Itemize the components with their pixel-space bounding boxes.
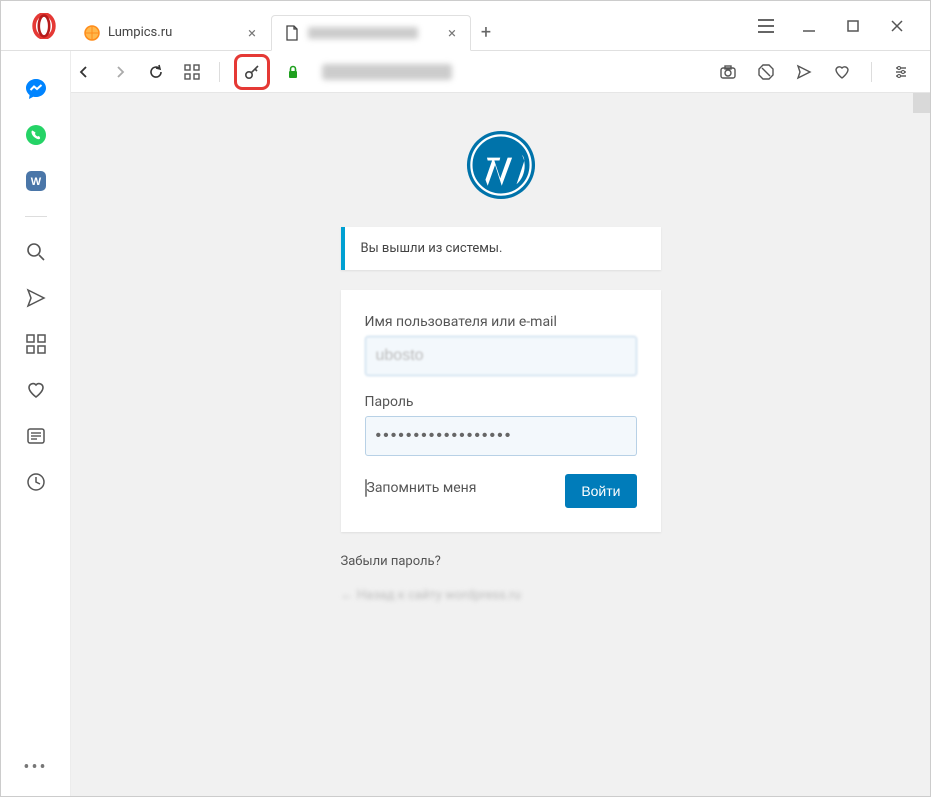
username-input[interactable] — [365, 336, 637, 376]
easy-setup-button[interactable] — [752, 12, 780, 40]
opera-logo-icon — [31, 13, 57, 39]
more-button[interactable]: ••• — [23, 757, 47, 778]
vertical-scrollbar[interactable] — [913, 93, 930, 113]
padlock-icon[interactable] — [280, 59, 306, 85]
window-controls — [734, 1, 930, 51]
forward-button[interactable] — [107, 59, 133, 85]
back-button[interactable] — [71, 59, 97, 85]
password-input[interactable] — [365, 416, 637, 456]
logout-message: Вы вышли из системы. — [341, 227, 661, 270]
address-bar — [1, 51, 930, 93]
lumpics-favicon-icon — [84, 25, 100, 41]
messenger-icon[interactable] — [23, 76, 49, 102]
svg-text:W: W — [30, 176, 41, 188]
tab-lumpics[interactable]: Lumpics.ru × — [71, 14, 271, 50]
sidebar-settings-icon[interactable] — [888, 59, 914, 85]
speed-dial-button[interactable] — [179, 59, 205, 85]
wordpress-logo-icon — [464, 128, 538, 202]
login-form: Имя пользователя или e-mail Пароль Запом… — [341, 290, 661, 532]
logout-message-text: Вы вышли из системы. — [361, 241, 503, 256]
password-label: Пароль — [365, 394, 637, 410]
login-button[interactable]: Войти — [565, 474, 636, 508]
history-icon[interactable] — [23, 469, 49, 495]
tab-label-blurred — [308, 27, 418, 39]
search-icon[interactable] — [23, 239, 49, 265]
forgot-password-link[interactable]: Забыли пароль? — [341, 554, 661, 569]
tab-close-icon[interactable]: × — [244, 24, 260, 42]
side-rail: W ••• — [1, 51, 71, 796]
divider — [25, 216, 47, 217]
flow-icon[interactable] — [23, 285, 49, 311]
speed-dial-side-icon[interactable] — [23, 331, 49, 357]
remember-label: Запомнить меня — [367, 480, 477, 496]
adblock-icon[interactable] — [753, 59, 779, 85]
back-to-site-link[interactable]: ← Назад к сайту wordpress.ru — [341, 587, 661, 603]
vk-icon[interactable]: W — [23, 168, 49, 194]
password-key-icon[interactable] — [239, 59, 265, 85]
bookmarks-heart-icon[interactable] — [23, 377, 49, 403]
separator — [871, 62, 872, 82]
send-icon[interactable] — [791, 59, 817, 85]
separator — [219, 62, 220, 82]
tab-close-icon[interactable]: × — [444, 24, 460, 42]
reload-button[interactable] — [143, 59, 169, 85]
password-key-highlight — [234, 54, 270, 90]
minimize-button[interactable] — [794, 11, 824, 41]
tab-label: Lumpics.ru — [108, 25, 172, 40]
address-url-blurred[interactable] — [322, 64, 452, 80]
tab-active[interactable]: × — [271, 15, 471, 51]
maximize-button[interactable] — [838, 11, 868, 41]
snapshot-icon[interactable] — [715, 59, 741, 85]
news-icon[interactable] — [23, 423, 49, 449]
page-favicon-icon — [284, 25, 300, 41]
remember-me[interactable]: Запомнить меня — [365, 480, 477, 496]
page-content: Вы вышли из системы. Имя пользователя ил… — [71, 93, 930, 796]
username-label: Имя пользователя или e-mail — [365, 314, 637, 330]
new-tab-button[interactable]: + — [471, 14, 501, 50]
whatsapp-icon[interactable] — [23, 122, 49, 148]
close-button[interactable] — [882, 11, 912, 41]
heart-icon[interactable] — [829, 59, 855, 85]
